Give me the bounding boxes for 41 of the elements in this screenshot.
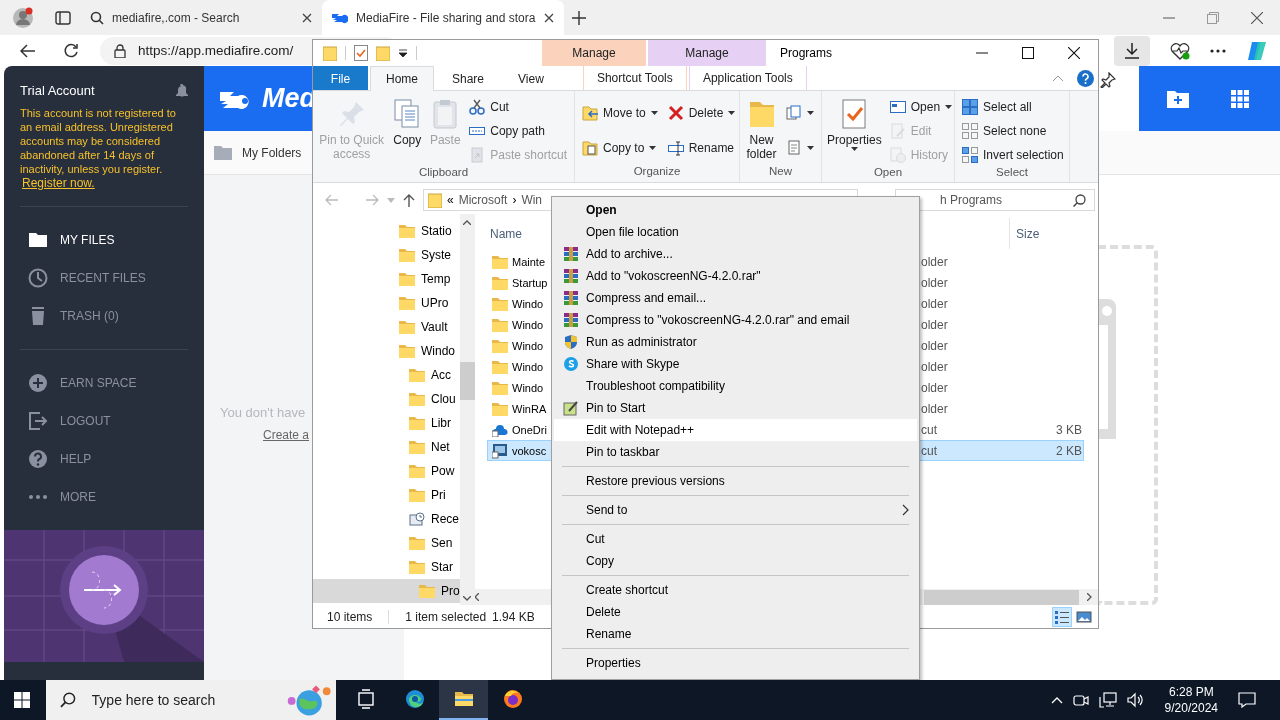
file-name: Mainte: [512, 255, 546, 268]
file-name: WinRA: [512, 402, 547, 415]
account-warning: This account is not registered to an email address. Unregistered accounts may be considered abandoned after 14 days of inactivity, unless you register. Register now.: [20, 106, 177, 190]
tab-title: MediaFire - File sharing and stora: [356, 10, 536, 25]
contextual-tab-header: Manage: [542, 40, 646, 66]
ribbon-group-label: Open: [872, 166, 904, 180]
window-title: Programs: [780, 46, 832, 60]
file-type: older: [920, 338, 949, 353]
ribbon-group-label: Clipboard: [417, 166, 470, 180]
ribbon-group-label: Select: [995, 166, 1029, 180]
file-name: Windo: [512, 360, 544, 373]
file-type: older: [920, 359, 949, 374]
selection-size: 1.94 KB: [492, 609, 535, 624]
file-name: vokosc: [512, 444, 547, 457]
url-text: https://app.mediafire.com/: [138, 43, 294, 58]
file-type: older: [920, 296, 949, 311]
file-type: older: [920, 317, 949, 332]
file-type: older: [920, 401, 949, 416]
selection-count: 1 item selected: [405, 609, 487, 624]
ribbon-group-label: New: [768, 165, 793, 179]
file-name: OneDri: [512, 423, 547, 436]
file-name: Windo: [512, 339, 544, 352]
empty-message: You don't have: [220, 405, 306, 420]
file-type: cut: [920, 422, 938, 437]
file-name: Windo: [512, 381, 544, 394]
file-type: older: [920, 254, 949, 269]
file-size: 2 KB: [1056, 443, 1082, 458]
clock-time: 6:28 PM: [1168, 684, 1214, 700]
account-title: Trial Account: [20, 83, 95, 98]
clock-date: 9/20/2024: [1164, 700, 1218, 716]
file-name: Windo: [512, 318, 544, 331]
item-count: 10 items: [327, 609, 373, 624]
file-type: older: [920, 380, 949, 395]
contextual-tab-header: Manage: [648, 40, 766, 66]
file-size: 3 KB: [1056, 422, 1082, 437]
file-type: cut: [920, 443, 938, 458]
file-name: Startup: [512, 276, 548, 289]
ribbon-group-label: Organize: [632, 165, 682, 179]
tab-title: mediafire,.com - Search: [112, 10, 241, 25]
file-name: Windo: [512, 297, 544, 310]
file-type: older: [920, 275, 949, 290]
